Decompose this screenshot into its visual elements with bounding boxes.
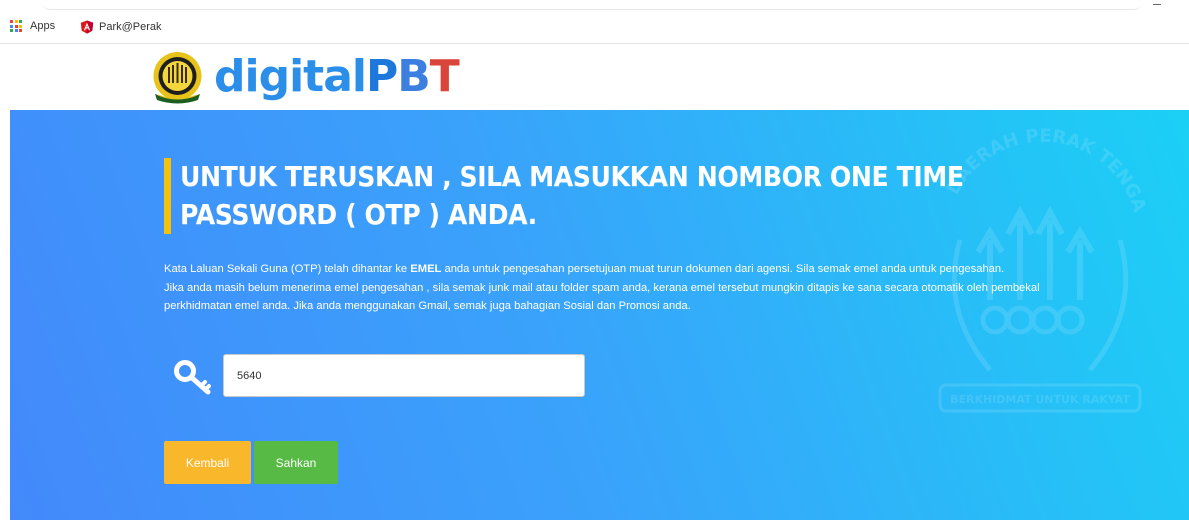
heading-accent-bar [164,158,171,234]
instructions-line1-bold: EMEL [410,263,442,275]
instructions-paragraph-2: Jika anda masih belum menerima emel peng… [164,281,1040,313]
apps-grid-icon [10,20,22,32]
confirm-button[interactable]: Sahkan [254,441,338,484]
address-bar-edge [42,0,1142,10]
angular-icon [80,20,94,34]
page-title: UNTUK TERUSKAN , SILA MASUKKAN NOMBOR ON… [180,160,964,231]
logo-text-b: B [397,51,431,102]
otp-input[interactable] [223,354,585,397]
bookmarks-bar: Apps Park@Perak [0,0,1189,44]
bookmark-apps[interactable]: Apps [10,20,55,32]
instructions-line1-post: anda untuk pengesahan persetujuan muat t… [441,263,1005,275]
bookmark-apps-label: Apps [30,20,56,32]
key-icon [174,360,211,395]
site-header: digitalPBT [0,45,1189,109]
instructions-paragraph-1: Kata Laluan Sekali Guna (OTP) telah diha… [164,260,1044,279]
watermark-bottom-text: BERKHIDMAT UNTUK RAKYAT [950,393,1130,406]
logo-text-digital: digital [214,51,367,102]
instructions-line1-pre: Kata Laluan Sekali Guna (OTP) telah diha… [164,263,411,275]
window-minimize-icon[interactable] [1153,4,1161,5]
back-button[interactable]: Kembali [164,441,251,484]
logo-text-t: T [429,51,460,102]
otp-hero-section: DAERAH PERAK TENGAH BERKHIDMAT UNTUK RAK… [10,110,1189,520]
instructions-text: Kata Laluan Sekali Guna (OTP) telah diha… [164,260,1044,316]
bookmark-park-perak[interactable]: Park@Perak [80,20,162,34]
logo-text-p: P [365,51,398,102]
heading-block: UNTUK TERUSKAN , SILA MASUKKAN NOMBOR ON… [164,158,1084,234]
site-logo[interactable]: digitalPBT [214,49,460,105]
bookmark-park-perak-label: Park@Perak [99,21,162,33]
council-crest-icon [153,52,202,104]
